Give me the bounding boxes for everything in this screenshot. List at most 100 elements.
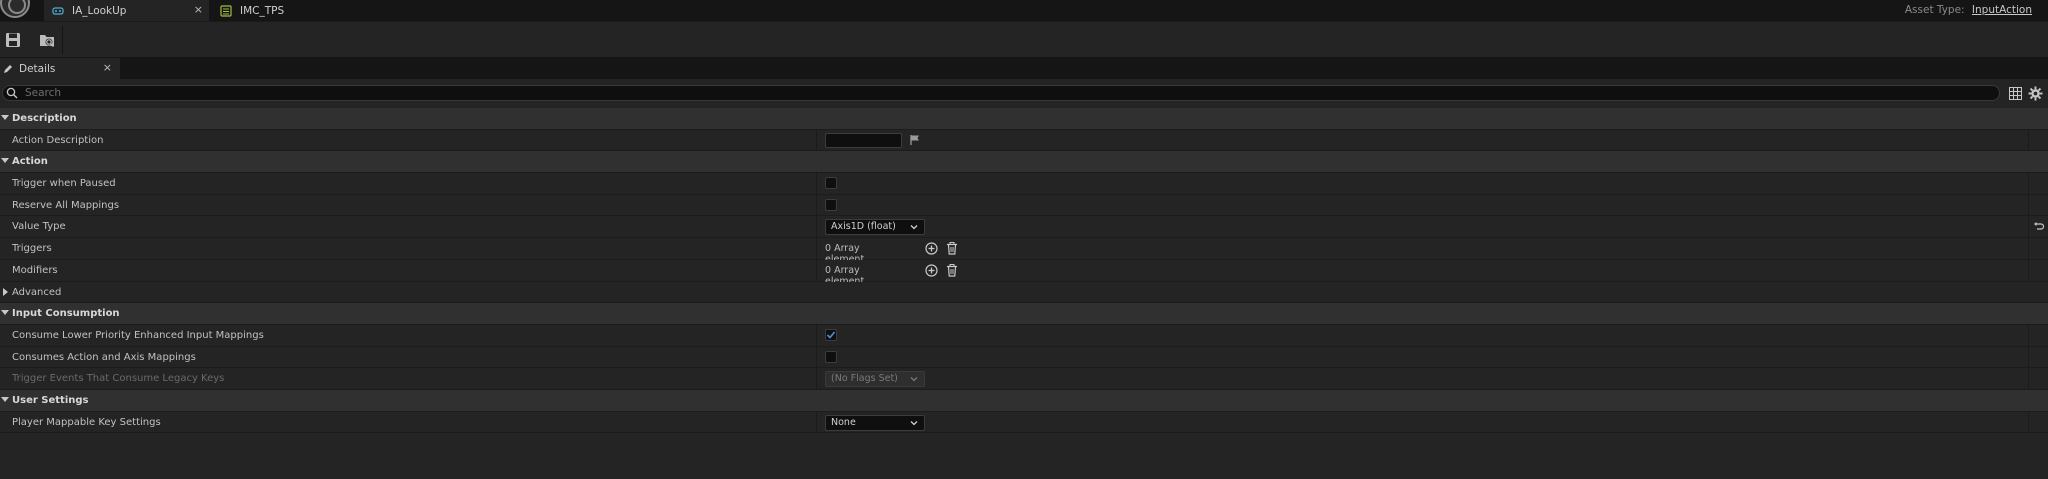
category-title: Action bbox=[12, 156, 48, 168]
pencil-icon bbox=[4, 64, 12, 73]
chevron-down-icon bbox=[910, 225, 918, 230]
value-type-dropdown[interactable]: Axis1D (float) bbox=[825, 219, 925, 236]
expand-arrow-icon[interactable] bbox=[1, 396, 9, 402]
reset-column bbox=[2028, 194, 2029, 216]
dropdown-value: Axis1D (float) bbox=[831, 221, 896, 233]
column-splitter[interactable] bbox=[816, 238, 817, 259]
tab-details[interactable]: Details × bbox=[0, 58, 120, 79]
property-label: Player Mappable Key Settings bbox=[12, 416, 161, 428]
property-label: Modifiers bbox=[12, 264, 58, 276]
property-label: Trigger Events That Consume Legacy Keys bbox=[12, 373, 225, 385]
tab-imc-tps[interactable]: IMC_TPS bbox=[212, 0, 332, 21]
column-splitter[interactable] bbox=[816, 259, 817, 281]
title-bar: IA_LookUp × IMC_TPS Asset Type: InputAct… bbox=[0, 0, 2048, 21]
details-panel: Search Description Action Description Ac… bbox=[0, 79, 2048, 479]
column-splitter[interactable] bbox=[816, 346, 817, 368]
property-label: Trigger when Paused bbox=[12, 178, 116, 190]
category-title: Description bbox=[12, 113, 77, 124]
checkmark-icon bbox=[826, 331, 836, 339]
browse-to-asset-icon[interactable] bbox=[38, 31, 56, 49]
property-matrix-icon[interactable] bbox=[2009, 87, 2022, 100]
reset-column bbox=[2028, 411, 2029, 433]
column-splitter[interactable] bbox=[816, 129, 817, 151]
property-row-modifiers: Modifiers 0 Array element bbox=[0, 259, 2048, 287]
property-row-triggers: Triggers 0 Array element bbox=[0, 238, 2048, 265]
property-row-trigger-events-legacy: Trigger Events That Consume Legacy Keys … bbox=[0, 368, 2048, 390]
reset-to-default-icon[interactable] bbox=[2033, 222, 2044, 232]
property-label: Reserve All Mappings bbox=[12, 199, 120, 211]
localization-flag-icon[interactable] bbox=[909, 134, 921, 146]
panel-tab-bar: Details × bbox=[0, 57, 2048, 79]
property-row-trigger-when-paused: Trigger when Paused bbox=[0, 173, 2048, 195]
action-description-field[interactable] bbox=[825, 132, 902, 148]
reset-column bbox=[2028, 238, 2029, 259]
toolbar-separator bbox=[62, 26, 63, 54]
reset-column bbox=[2028, 129, 2029, 151]
trigger-events-dropdown: (No Flags Set) bbox=[825, 371, 925, 388]
close-icon[interactable]: × bbox=[103, 61, 112, 74]
expand-arrow-icon[interactable] bbox=[1, 158, 9, 164]
trigger-when-paused-checkbox[interactable] bbox=[825, 177, 837, 190]
category-input-consumption[interactable]: Input Consumption bbox=[0, 303, 2048, 325]
expand-arrow-icon[interactable] bbox=[1, 310, 9, 316]
add-element-icon[interactable] bbox=[925, 264, 938, 277]
gear-icon[interactable] bbox=[2028, 86, 2043, 101]
unreal-logo-icon[interactable] bbox=[0, 0, 30, 18]
search-row: Search bbox=[0, 79, 2048, 107]
reset-column bbox=[2028, 173, 2029, 194]
category-user-settings[interactable]: User Settings bbox=[0, 389, 2048, 412]
add-element-icon[interactable] bbox=[925, 242, 938, 255]
tab-label: Details bbox=[19, 62, 56, 75]
dropdown-value: (No Flags Set) bbox=[831, 373, 898, 385]
reserve-all-mappings-checkbox[interactable] bbox=[825, 198, 837, 211]
chevron-down-icon bbox=[910, 420, 918, 426]
property-row-consumes-action-axis: Consumes Action and Axis Mappings bbox=[0, 346, 2048, 369]
category-action[interactable]: Action bbox=[0, 151, 2048, 174]
column-splitter[interactable] bbox=[816, 368, 817, 389]
column-splitter[interactable] bbox=[816, 194, 817, 216]
reset-column bbox=[2028, 324, 2029, 346]
category-title: User Settings bbox=[12, 394, 89, 406]
property-label: Action Description bbox=[12, 134, 104, 146]
dropdown-value: None bbox=[831, 416, 856, 428]
expand-arrow-icon[interactable] bbox=[1, 115, 9, 120]
column-splitter[interactable] bbox=[816, 411, 817, 433]
trash-icon[interactable] bbox=[946, 263, 958, 277]
category-title: Input Consumption bbox=[12, 308, 120, 320]
player-mappable-dropdown[interactable]: None bbox=[825, 414, 925, 431]
column-splitter[interactable] bbox=[816, 216, 817, 238]
tab-label: IMC_TPS bbox=[240, 4, 285, 17]
subcategory-advanced[interactable]: Advanced bbox=[0, 281, 2048, 304]
expand-arrow-icon[interactable] bbox=[3, 287, 8, 296]
reset-column bbox=[2028, 259, 2029, 281]
mapping-context-icon bbox=[220, 4, 232, 17]
search-icon bbox=[6, 87, 18, 99]
reset-column bbox=[2028, 368, 2029, 389]
category-description[interactable]: Description bbox=[0, 108, 2048, 130]
property-row-reserve-all-mappings: Reserve All Mappings bbox=[0, 194, 2048, 217]
close-icon[interactable]: × bbox=[194, 3, 203, 16]
column-splitter[interactable] bbox=[816, 324, 817, 346]
search-input[interactable]: Search bbox=[2, 85, 2000, 101]
tab-ia-lookup[interactable]: IA_LookUp × bbox=[44, 0, 209, 21]
column-splitter[interactable] bbox=[816, 173, 817, 194]
reset-column bbox=[2028, 216, 2029, 238]
asset-type-link[interactable]: InputAction bbox=[1972, 4, 2032, 16]
asset-type-label: Asset Type: bbox=[1904, 4, 1965, 16]
chevron-down-icon bbox=[910, 377, 918, 382]
input-action-icon bbox=[52, 6, 64, 15]
save-icon[interactable] bbox=[4, 31, 22, 49]
subcategory-label: Advanced bbox=[12, 286, 62, 298]
consumes-action-axis-checkbox[interactable] bbox=[825, 350, 837, 363]
toolbar bbox=[0, 21, 2048, 57]
consume-lower-priority-checkbox[interactable] bbox=[825, 328, 837, 341]
property-list: Description Action Description Action Tr… bbox=[0, 108, 2048, 434]
trash-icon[interactable] bbox=[946, 242, 958, 255]
search-placeholder: Search bbox=[25, 87, 62, 99]
property-label: Value Type bbox=[12, 221, 66, 233]
tab-label: IA_LookUp bbox=[72, 4, 127, 17]
property-label: Consumes Action and Axis Mappings bbox=[12, 351, 196, 363]
reset-column bbox=[2028, 346, 2029, 368]
asset-type-info: Asset Type: InputAction bbox=[1905, 4, 2032, 16]
property-label: Triggers bbox=[12, 243, 52, 255]
